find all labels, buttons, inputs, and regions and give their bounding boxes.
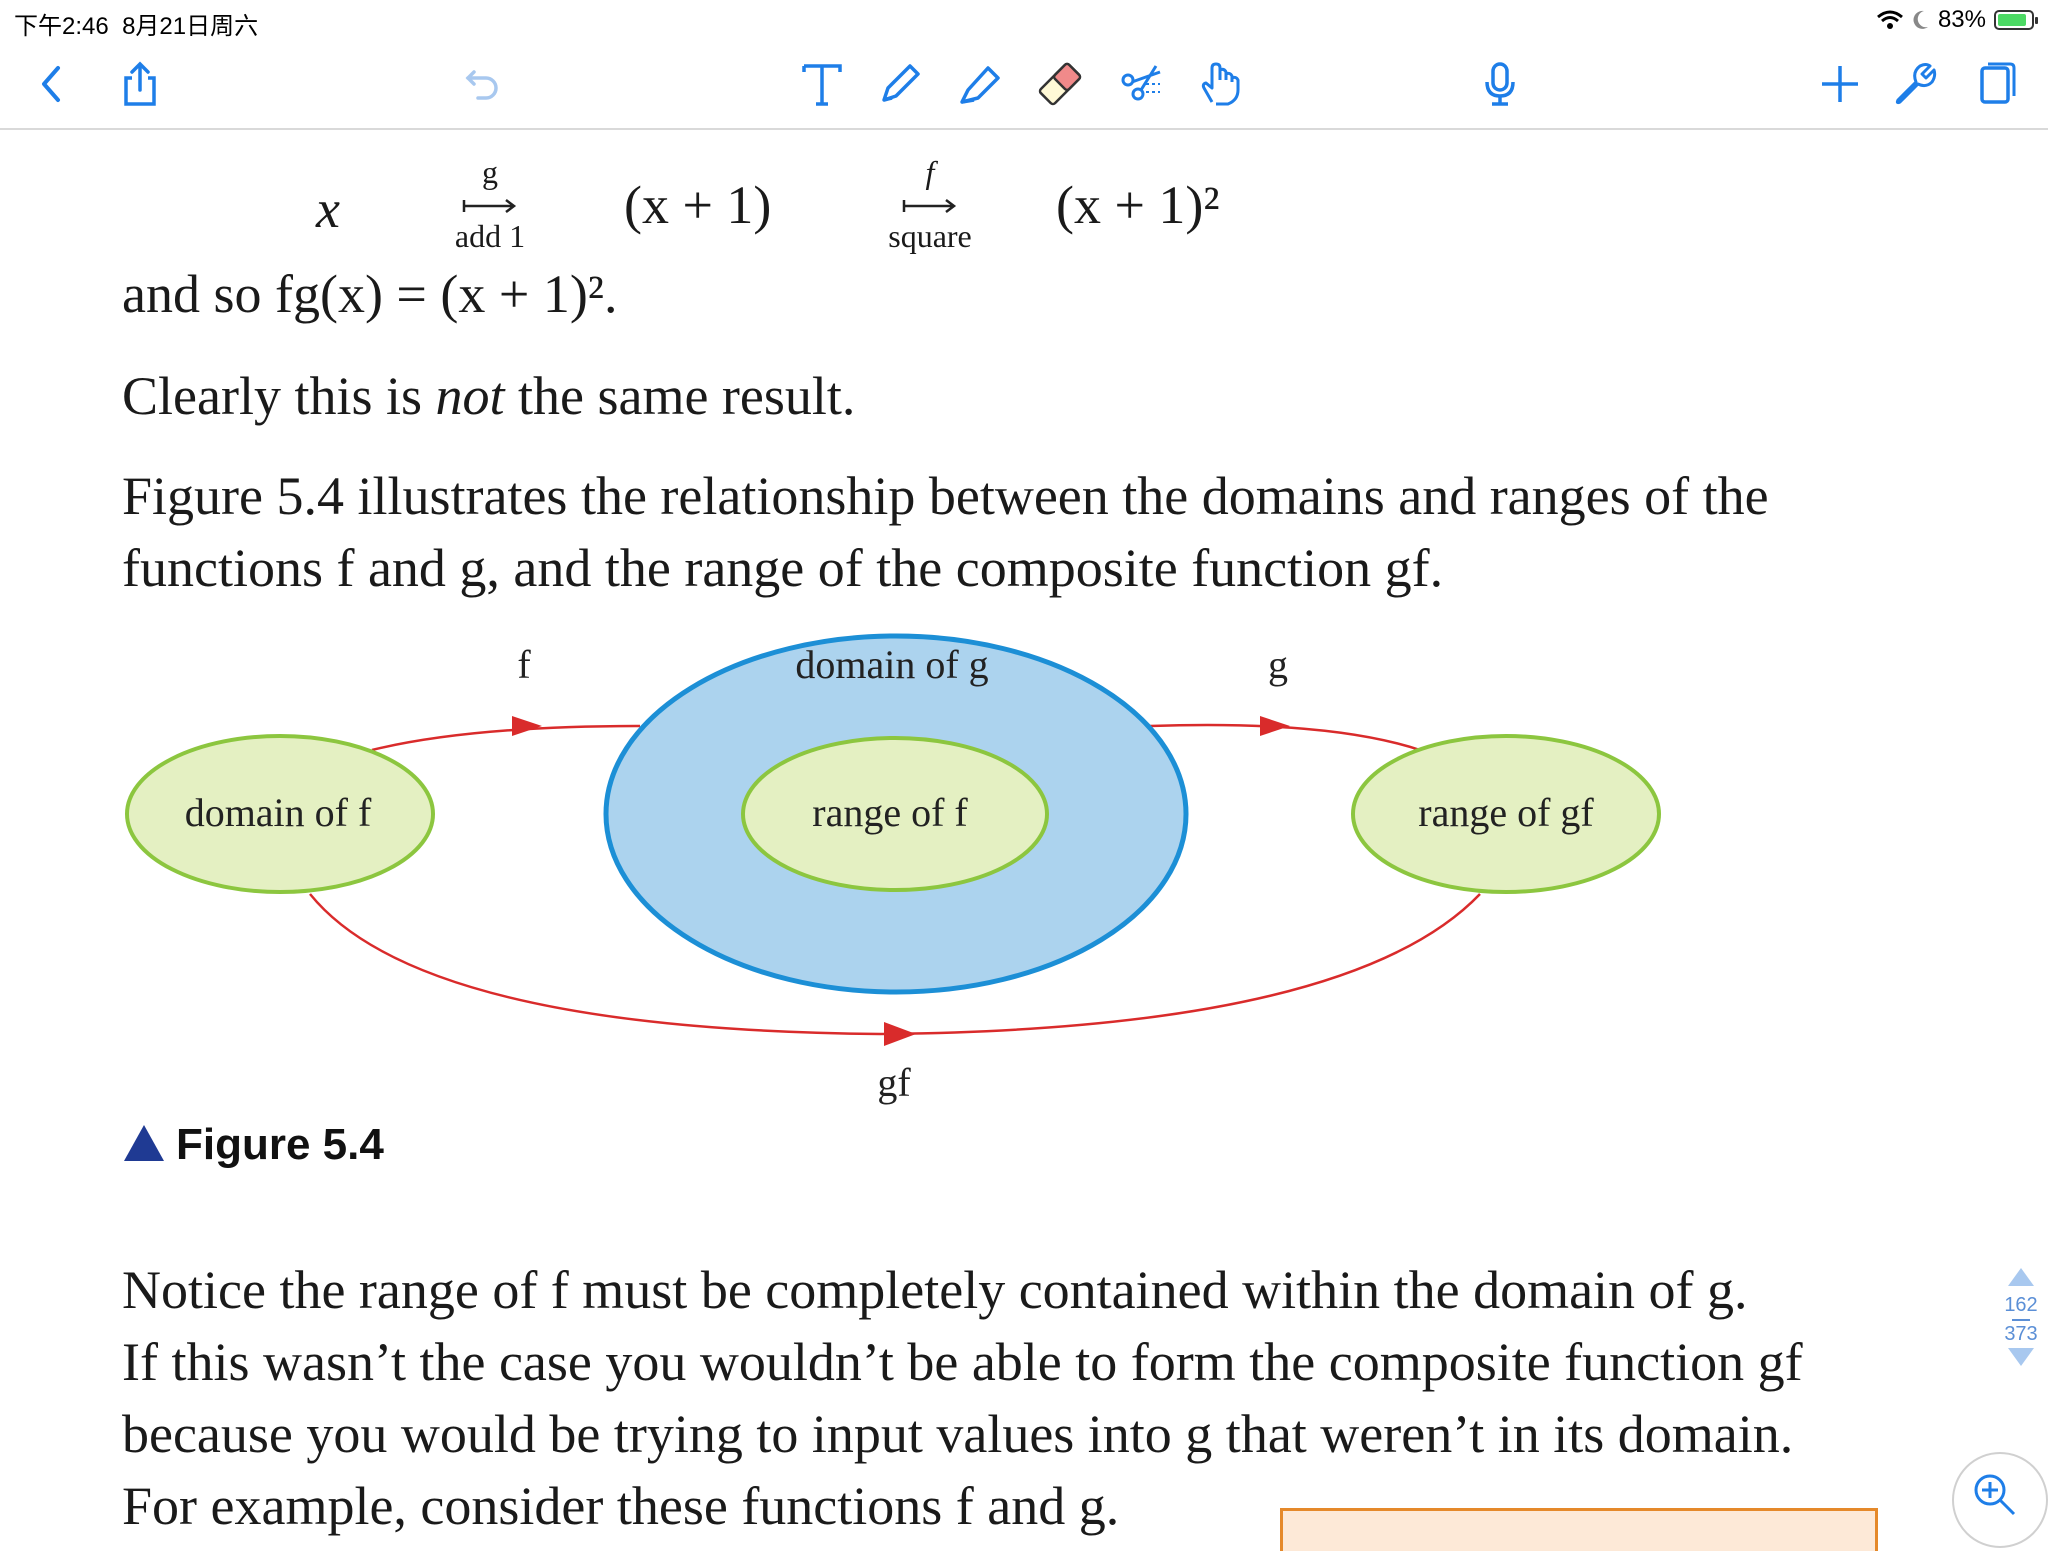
map-f-label: f [925,154,935,190]
paragraph-not-same: Clearly this is not the same result. [122,366,856,426]
zoom-button[interactable] [1952,1452,2048,1548]
add-icon[interactable] [1810,54,1870,114]
mapping-equation: x g add 1 (x + 1) f square (x + 1)² [0,150,2048,260]
toolbar [0,40,2048,130]
eq-mid: (x + 1) [624,175,772,235]
arrow-gf-head-icon [884,1022,916,1046]
label-arrow-f: f [517,642,531,687]
arrow-f-head-icon [512,716,542,736]
map-f-sub: square [888,218,972,254]
map-g-label: g [482,154,498,190]
paragraph-notice: Notice the range of f must be completely… [122,1260,1803,1536]
map-g: g add 1 [440,156,540,252]
hand-icon[interactable] [1190,54,1250,114]
status-bar: 下午2:46 8月21日周六 83% [0,0,2048,40]
arrow-f [371,724,641,752]
scissors-icon[interactable] [1112,54,1172,114]
moon-icon [1913,10,1928,29]
wifi-icon [1876,10,1903,29]
label-domain-of-f: domain of f [185,790,372,835]
label-domain-of-g: domain of g [795,642,988,687]
status-right: 83% [1876,6,2038,34]
map-f: f square [880,156,980,252]
pen-icon[interactable] [870,54,930,114]
highlighter-icon[interactable] [950,54,1010,114]
paragraph-result: and so fg(x) = (x + 1)². [122,264,618,324]
figure-caption: Figure 5.4 [124,1120,384,1170]
eq-x: x [316,179,340,239]
page-down-icon[interactable] [2006,1346,2036,1368]
triangle-icon [124,1125,164,1161]
label-range-of-f: range of f [812,790,968,835]
paragraph-figure-intro: Figure 5.4 illustrates the relationship … [122,466,1769,598]
back-chevron-icon[interactable] [22,54,82,114]
map-g-sub: add 1 [454,218,526,254]
example-box [1280,1508,1878,1551]
label-arrow-gf: gf [877,1060,911,1105]
label-range-of-gf: range of gf [1418,790,1594,835]
page-up-icon[interactable] [2006,1266,2036,1288]
eq-end: (x + 1)² [1056,175,1220,235]
text-tool-icon[interactable] [792,54,852,114]
arrow-g [1149,723,1421,752]
microphone-icon[interactable] [1470,54,1530,114]
zoom-in-icon [1974,1474,2016,1516]
status-time: 下午2:46 8月21日周六 [14,13,259,40]
label-arrow-g: g [1268,642,1288,687]
mapsto-arrow-icon [902,199,957,213]
wrench-icon[interactable] [1884,54,1944,114]
eraser-icon[interactable] [1030,54,1090,114]
page-indicator[interactable]: 162 373 [1996,1266,2046,1374]
current-page: 162 [2004,1294,2038,1316]
document-page[interactable]: x g add 1 (x + 1) f square (x + 1)² and … [0,130,2048,1536]
mapsto-arrow-icon [462,199,517,213]
battery-percent: 83% [1937,6,1986,33]
arrow-g-head-icon [1260,716,1290,736]
undo-icon[interactable] [452,54,512,114]
battery-icon [1994,10,2038,30]
total-pages: 373 [2004,1323,2038,1345]
share-icon[interactable] [110,54,170,114]
page-icon[interactable] [1966,54,2026,114]
